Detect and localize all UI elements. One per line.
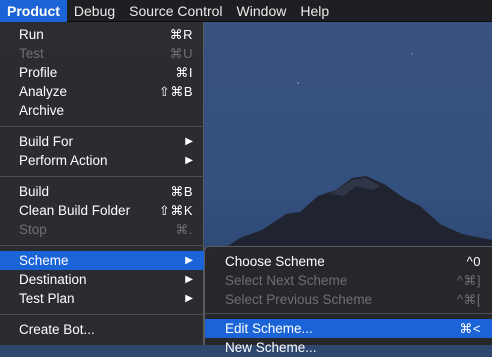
menu-item-label: Build [19, 184, 50, 199]
scheme-submenu: Choose Scheme ^0 Select Next Scheme ^⌘] … [204, 246, 492, 355]
menu-source-control[interactable]: Source Control [122, 0, 229, 22]
shortcut: ⌘I [175, 65, 193, 80]
menu-item-label: Stop [19, 222, 47, 237]
menu-item-label: Create Bot... [19, 322, 95, 337]
menu-product[interactable]: Product [0, 0, 67, 22]
menu-item-label: Perform Action [19, 153, 108, 168]
shortcut: ⌘. [175, 222, 193, 237]
menu-item-new-scheme[interactable]: New Scheme... [205, 338, 492, 357]
submenu-arrow-icon: ▶ [185, 136, 193, 147]
shortcut: ^0 [466, 254, 481, 269]
menu-item-label: Select Next Scheme [225, 273, 348, 288]
menu-separator [205, 313, 492, 314]
submenu-arrow-icon: ▶ [185, 293, 193, 304]
menu-item-scheme[interactable]: Scheme ▶ [0, 251, 204, 270]
submenu-arrow-icon: ▶ [185, 255, 193, 266]
menu-item-analyze[interactable]: Analyze ⇧⌘B [0, 82, 204, 101]
shortcut: ⌘B [170, 184, 193, 199]
menu-separator [0, 176, 204, 177]
menu-item-perform-action[interactable]: Perform Action ▶ [0, 151, 204, 170]
shortcut: ⇧⌘K [158, 203, 193, 218]
menu-item-create-bot[interactable]: Create Bot... [0, 320, 204, 339]
menu-separator [0, 245, 204, 246]
menu-item-label: Clean Build Folder [19, 203, 131, 218]
menu-item-build[interactable]: Build ⌘B [0, 182, 204, 201]
menu-item-test-plan[interactable]: Test Plan ▶ [0, 289, 204, 308]
shortcut: ⌘U [169, 46, 193, 61]
shortcut: ^⌘[ [456, 292, 481, 307]
menu-item-label: Choose Scheme [225, 254, 325, 269]
menu-item-label: Edit Scheme... [225, 321, 313, 336]
menu-item-label: Archive [19, 103, 65, 118]
menu-item-select-next-scheme: Select Next Scheme ^⌘] [205, 271, 492, 290]
menu-debug[interactable]: Debug [67, 0, 122, 22]
menu-item-label: Destination [19, 272, 87, 287]
shortcut: ⌘< [459, 321, 481, 336]
menu-item-label: Test [19, 46, 44, 61]
menu-item-archive[interactable]: Archive [0, 101, 204, 120]
menu-item-run[interactable]: Run ⌘R [0, 25, 204, 44]
menu-separator [0, 314, 204, 315]
menu-item-select-previous-scheme: Select Previous Scheme ^⌘[ [205, 290, 492, 309]
menu-item-label: Select Previous Scheme [225, 292, 373, 307]
menu-item-label: Scheme [19, 253, 69, 268]
submenu-arrow-icon: ▶ [185, 155, 193, 166]
menu-help[interactable]: Help [293, 0, 336, 22]
menu-item-label: Analyze [19, 84, 68, 99]
menu-item-label: Run [19, 27, 44, 42]
menu-item-profile[interactable]: Profile ⌘I [0, 63, 204, 82]
menu-item-label: New Scheme... [225, 340, 317, 355]
shortcut: ⇧⌘B [158, 84, 193, 99]
product-menu: Run ⌘R Test ⌘U Profile ⌘I Analyze ⇧⌘B Ar… [0, 22, 204, 345]
menu-item-edit-scheme[interactable]: Edit Scheme... ⌘< [205, 319, 492, 338]
menu-item-choose-scheme[interactable]: Choose Scheme ^0 [205, 252, 492, 271]
shortcut: ⌘R [169, 27, 193, 42]
menu-item-clean-build-folder[interactable]: Clean Build Folder ⇧⌘K [0, 201, 204, 220]
menu-item-label: Build For [19, 134, 74, 149]
menu-item-label: Test Plan [19, 291, 75, 306]
menu-item-label: Profile [19, 65, 58, 80]
shortcut: ^⌘] [456, 273, 481, 288]
menu-separator [0, 126, 204, 127]
menu-item-build-for[interactable]: Build For ▶ [0, 132, 204, 151]
menu-window[interactable]: Window [230, 0, 294, 22]
menu-item-destination[interactable]: Destination ▶ [0, 270, 204, 289]
menu-item-test: Test ⌘U [0, 44, 204, 63]
menu-item-stop: Stop ⌘. [0, 220, 204, 239]
submenu-arrow-icon: ▶ [185, 274, 193, 285]
menu-bar: Product Debug Source Control Window Help [0, 0, 492, 22]
